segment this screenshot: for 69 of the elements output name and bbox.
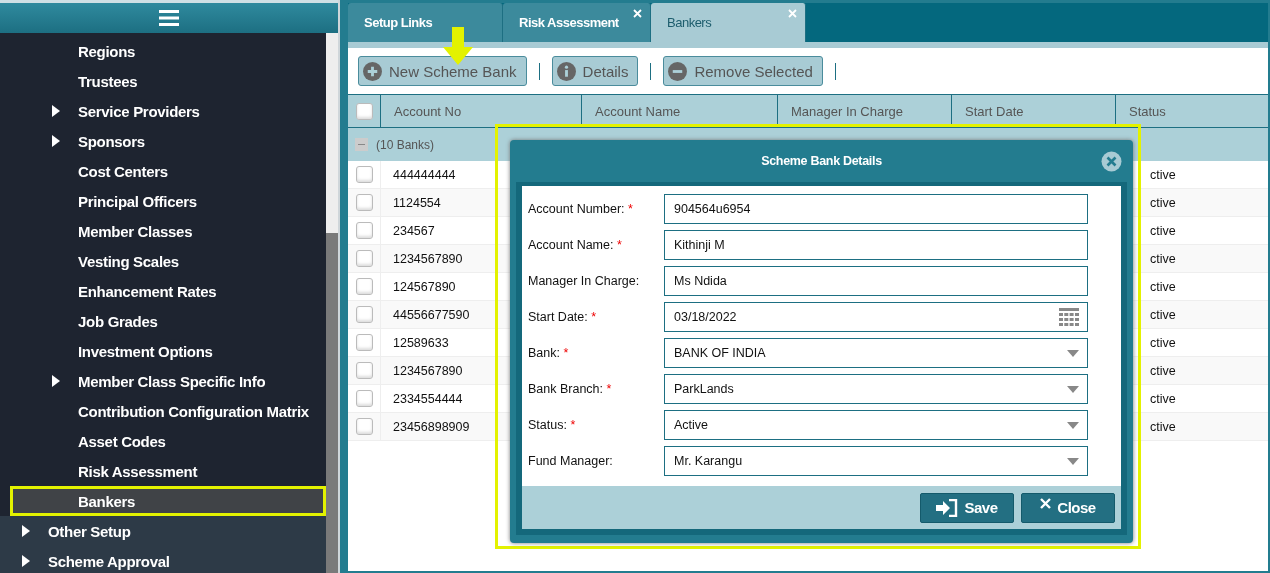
sidebar-item[interactable]: Trustees: [0, 66, 326, 96]
toolbar-button[interactable]: Remove Selected: [663, 56, 823, 86]
column-header[interactable]: Manager In Charge: [777, 95, 951, 127]
sidebar-item[interactable]: Bankers: [10, 486, 326, 516]
plus-icon: [363, 61, 382, 81]
toolbar-button[interactable]: Details: [551, 56, 639, 86]
sidebar-item[interactable]: Contribution Configuration Matrix: [0, 396, 326, 426]
dropdown-icon: [1067, 457, 1079, 465]
info-icon: [556, 61, 576, 81]
tab[interactable]: Risk Assessment: [503, 3, 651, 42]
date-field[interactable]: 03/18/2022: [664, 302, 1088, 332]
sidebar-item[interactable]: Risk Assessment: [0, 456, 326, 486]
dialog-button[interactable]: Save: [920, 492, 1014, 523]
checkbox[interactable]: [355, 306, 373, 323]
column-header[interactable]: Start Date: [951, 95, 1115, 127]
toolbar-button[interactable]: New Scheme Bank: [358, 56, 527, 86]
tab[interactable]: Setup Links: [348, 3, 503, 42]
sidebar-item[interactable]: Enhancement Rates: [0, 276, 326, 306]
input-field[interactable]: Ms Ndida: [664, 266, 1088, 296]
column-header[interactable]: Status: [1115, 95, 1268, 127]
column-header[interactable]: Account Name: [581, 95, 777, 127]
dropdown[interactable]: Active: [664, 410, 1088, 440]
collapse-icon[interactable]: [355, 138, 368, 151]
sidebar-item[interactable]: Principal Officers: [0, 186, 326, 216]
dropdown-icon: [1067, 421, 1079, 429]
checkbox[interactable]: [355, 250, 373, 267]
checkbox[interactable]: [355, 362, 373, 379]
arrow-icon: [443, 27, 473, 67]
checkbox[interactable]: [355, 222, 373, 239]
scrollbar[interactable]: [326, 33, 338, 573]
checkbox[interactable]: [355, 334, 373, 351]
sidebar-item[interactable]: Service Providers: [0, 96, 326, 126]
checkbox[interactable]: [355, 102, 373, 120]
group-label: (10 Banks): [376, 137, 435, 152]
menu-icon[interactable]: [159, 10, 179, 26]
sidebar-item[interactable]: Member Classes: [0, 216, 326, 246]
dropdown[interactable]: ParkLands: [664, 374, 1088, 404]
calendar-icon[interactable]: [1059, 308, 1079, 326]
sidebar-item[interactable]: Scheme Approval: [0, 546, 326, 573]
close-icon[interactable]: [1101, 151, 1122, 172]
dialog-title: Scheme Bank Details: [761, 154, 882, 168]
checkbox[interactable]: [355, 278, 373, 295]
sidebar-item[interactable]: Sponsors: [0, 126, 326, 156]
checkbox[interactable]: [355, 166, 373, 183]
dropdown[interactable]: BANK OF INDIA: [664, 338, 1088, 368]
dialog-button[interactable]: Close: [1021, 492, 1115, 523]
sidebar-item[interactable]: Asset Codes: [0, 426, 326, 456]
column-header[interactable]: Account No: [380, 95, 581, 127]
close-icon[interactable]: [788, 9, 797, 18]
close-icon: [1040, 498, 1052, 509]
input-field[interactable]: Kithinji M: [664, 230, 1088, 260]
field-label: Fund Manager:: [528, 454, 614, 468]
sign-in-icon: [936, 498, 959, 517]
sidebar-item[interactable]: Member Class Specific Info: [0, 366, 326, 396]
tab[interactable]: Bankers: [651, 3, 806, 42]
field-label: Status: *: [528, 418, 577, 432]
checkbox[interactable]: [355, 194, 373, 211]
sidebar-item[interactable]: Investment Options: [0, 336, 326, 366]
sidebar-item[interactable]: Other Setup: [0, 516, 326, 546]
dropdown[interactable]: Mr. Karangu: [664, 446, 1088, 476]
checkbox[interactable]: [355, 418, 373, 435]
sidebar-item[interactable]: Vesting Scales: [0, 246, 326, 276]
checkbox[interactable]: [355, 390, 373, 407]
sidebar-item[interactable]: Job Grades: [0, 306, 326, 336]
sidebar-item[interactable]: Cost Centers: [0, 156, 326, 186]
minus-icon: [668, 61, 688, 81]
input-field[interactable]: 904564u6954: [664, 194, 1088, 224]
sidebar-item[interactable]: Regions: [0, 36, 326, 66]
close-icon[interactable]: [633, 9, 642, 18]
